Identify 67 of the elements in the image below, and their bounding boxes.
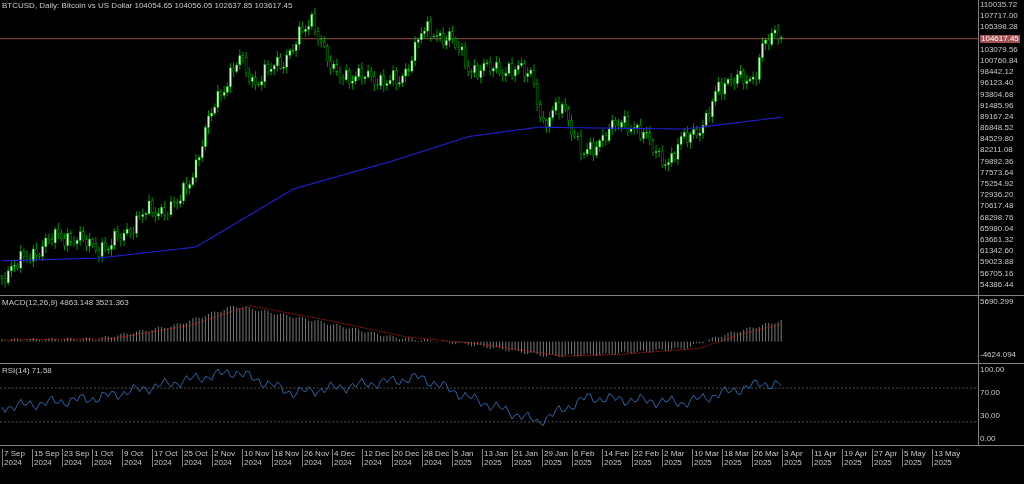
date-axis-label: 5 May 2025 (902, 449, 932, 467)
price-axis-label: 91485.96 (980, 101, 1015, 110)
date-axis-label: 21 Jan 2025 (512, 449, 542, 467)
price-axis-label: 70617.48 (980, 202, 1015, 211)
price-axis-label: 98442.12 (980, 68, 1015, 77)
date-axis-label: 25 Oct 2024 (182, 449, 212, 467)
rsi-axis-label: 100.00 (980, 366, 1006, 374)
date-axis-label: 29 Jan 2025 (542, 449, 572, 467)
date-axis-label: 2 Mar 2025 (662, 449, 692, 467)
date-axis-label: 17 Oct 2024 (152, 449, 182, 467)
price-axis-label: 100760.84 (980, 56, 1019, 65)
current-price-label: 104617.45 (980, 34, 1020, 43)
date-axis-label: 19 Apr 2025 (842, 449, 872, 467)
rsi-axis-label: 70.00 (980, 389, 1002, 397)
chart-title: BTCUSD, Daily: Bitcoin vs US Dollar 104054.65 104056.05 102637.85 103617.45 (2, 2, 293, 10)
date-axis-label: 10 Mar 2025 (692, 449, 722, 467)
date-axis-label: 18 Nov 2024 (272, 449, 302, 467)
rsi-label: RSI(14) 71.58 (2, 367, 52, 375)
date-axis-label: 28 Dec 2024 (422, 449, 452, 467)
price-axis-label: 86848.52 (980, 124, 1015, 133)
price-axis-label: 68298.76 (980, 213, 1015, 222)
date-axis-label: 22 Feb 2025 (632, 449, 662, 467)
date-axis-label: 9 Oct 2024 (122, 449, 152, 467)
price-axis-label: 79892.36 (980, 157, 1015, 166)
macd-axis-label: -4624.094 (980, 351, 1018, 359)
price-axis-label: 110035.72 (980, 1, 1019, 9)
date-axis-label: 6 Feb 2025 (572, 449, 602, 467)
price-axis-label: 54386.44 (980, 280, 1015, 289)
price-axis-label: 103079.56 (980, 45, 1019, 54)
price-axis-label: 84529.80 (980, 135, 1015, 144)
macd-axis-label: 5690.299 (980, 298, 1015, 306)
rsi-axis-label: 30.00 (980, 412, 1002, 420)
date-axis-label: 18 Mar 2025 (722, 449, 752, 467)
price-axis-label: 59023.88 (980, 258, 1015, 267)
rsi-axis-label: 0.00 (980, 435, 997, 443)
date-axis-label: 26 Nov 2024 (302, 449, 332, 467)
date-axis-label: 7 Sep 2024 (2, 449, 32, 467)
price-axis-label: 75254.92 (980, 180, 1015, 188)
date-axis-label: 2 Nov 2024 (212, 449, 242, 467)
date-axis-label: 10 Nov 2024 (242, 449, 272, 467)
price-axis-label: 77573.64 (980, 168, 1015, 177)
price-axis-label: 65980.04 (980, 224, 1015, 233)
price-axis-label: 93804.68 (980, 90, 1015, 99)
date-axis-label: 11 Apr 2025 (812, 449, 842, 467)
date-axis-label: 3 Apr 2025 (782, 449, 812, 467)
date-axis-label: 5 Jan 2025 (452, 449, 482, 467)
price-axis-label: 96123.40 (980, 79, 1015, 88)
date-axis-label: 20 Dec 2024 (392, 449, 422, 467)
date-axis-label: 14 Feb 2025 (602, 449, 632, 467)
date-axis-label: 4 Dec 2024 (332, 449, 362, 467)
price-axis-label: 89167.24 (980, 112, 1015, 121)
date-axis-label: 1 Oct 2024 (92, 449, 122, 467)
date-axis-label: 26 Mar 2025 (752, 449, 782, 467)
price-axis-label: 82211.08 (980, 146, 1014, 155)
macd-label: MACD(12,26,9) 4863.148 3521.363 (2, 299, 129, 307)
price-axis-label: 56705.16 (980, 269, 1015, 278)
date-axis-label: 15 Sep 2024 (32, 449, 62, 467)
date-axis-label: 23 Sep 2024 (62, 449, 92, 467)
date-axis-label: 27 Apr 2025 (872, 449, 902, 467)
price-axis-label: 63661.32 (980, 235, 1015, 244)
price-axis-label: 105398.28 (980, 23, 1019, 32)
date-axis-label: 13 May 2025 (932, 449, 962, 467)
price-axis-label: 72936.20 (980, 191, 1015, 200)
price-axis-label: 107717.00 (980, 12, 1019, 21)
price-axis-label: 61342.60 (980, 247, 1015, 256)
date-axis-label: 12 Dec 2024 (362, 449, 392, 467)
date-axis-label: 13 Jan 2025 (482, 449, 512, 467)
